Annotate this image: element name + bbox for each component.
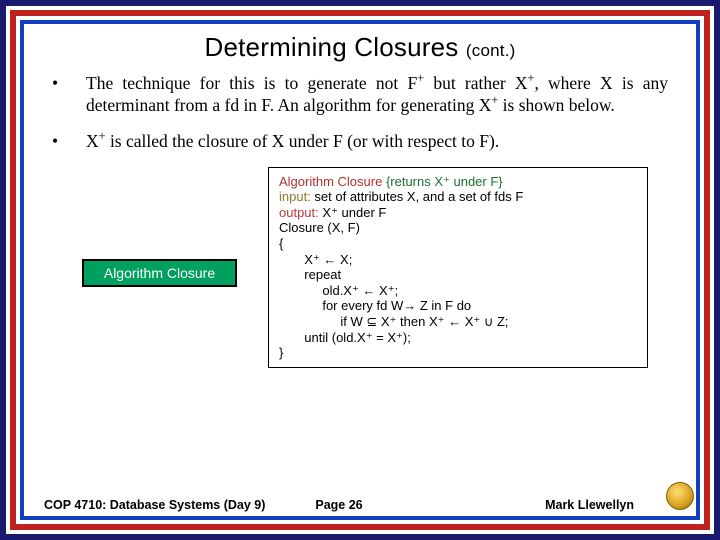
algo-line: input: set of attributes X, and a set of… xyxy=(279,189,637,205)
algo-line: Closure (X, F) xyxy=(279,220,637,236)
algorithm-box: Algorithm Closure {returns X⁺ under F} i… xyxy=(268,167,648,368)
algo-line: output: X⁺ under F xyxy=(279,205,637,221)
footer: COP 4710: Database Systems (Day 9) Page … xyxy=(24,498,696,512)
algo-line: for every fd W→ Z in F do xyxy=(279,298,637,314)
title-cont: (cont.) xyxy=(466,41,516,60)
bullet-text-1: The technique for this is to generate no… xyxy=(86,73,668,117)
bullet-dot: • xyxy=(52,73,86,117)
algo-line: Algorithm Closure {returns X⁺ under F} xyxy=(279,174,637,190)
footer-page: Page 26 xyxy=(315,498,362,512)
algorithm-area: Algorithm Closure Algorithm Closure {ret… xyxy=(52,167,668,402)
algo-line: X⁺ ← X; xyxy=(279,252,637,268)
algo-line: } xyxy=(279,345,637,361)
list-item: • The technique for this is to generate … xyxy=(52,73,668,117)
title-main: Determining Closures xyxy=(205,32,459,62)
footer-course: COP 4710: Database Systems (Day 9) xyxy=(44,498,315,512)
bullet-dot: • xyxy=(52,131,86,153)
algo-line: { xyxy=(279,236,637,252)
algo-line: if W ⊆ X⁺ then X⁺ ← X⁺ ∪ Z; xyxy=(279,314,637,330)
algo-line: old.X⁺ ← X⁺; xyxy=(279,283,637,299)
algo-line: repeat xyxy=(279,267,637,283)
bullet-text-2: X+ is called the closure of X under F (o… xyxy=(86,131,668,153)
footer-author: Mark Llewellyn xyxy=(363,498,670,512)
list-item: • X+ is called the closure of X under F … xyxy=(52,131,668,153)
ucf-logo-icon xyxy=(666,482,694,510)
bullet-list: • The technique for this is to generate … xyxy=(52,73,668,153)
algo-line: until (old.X⁺ = X⁺); xyxy=(279,330,637,346)
page-title: Determining Closures (cont.) xyxy=(52,32,668,63)
algorithm-label-box: Algorithm Closure xyxy=(82,259,237,287)
